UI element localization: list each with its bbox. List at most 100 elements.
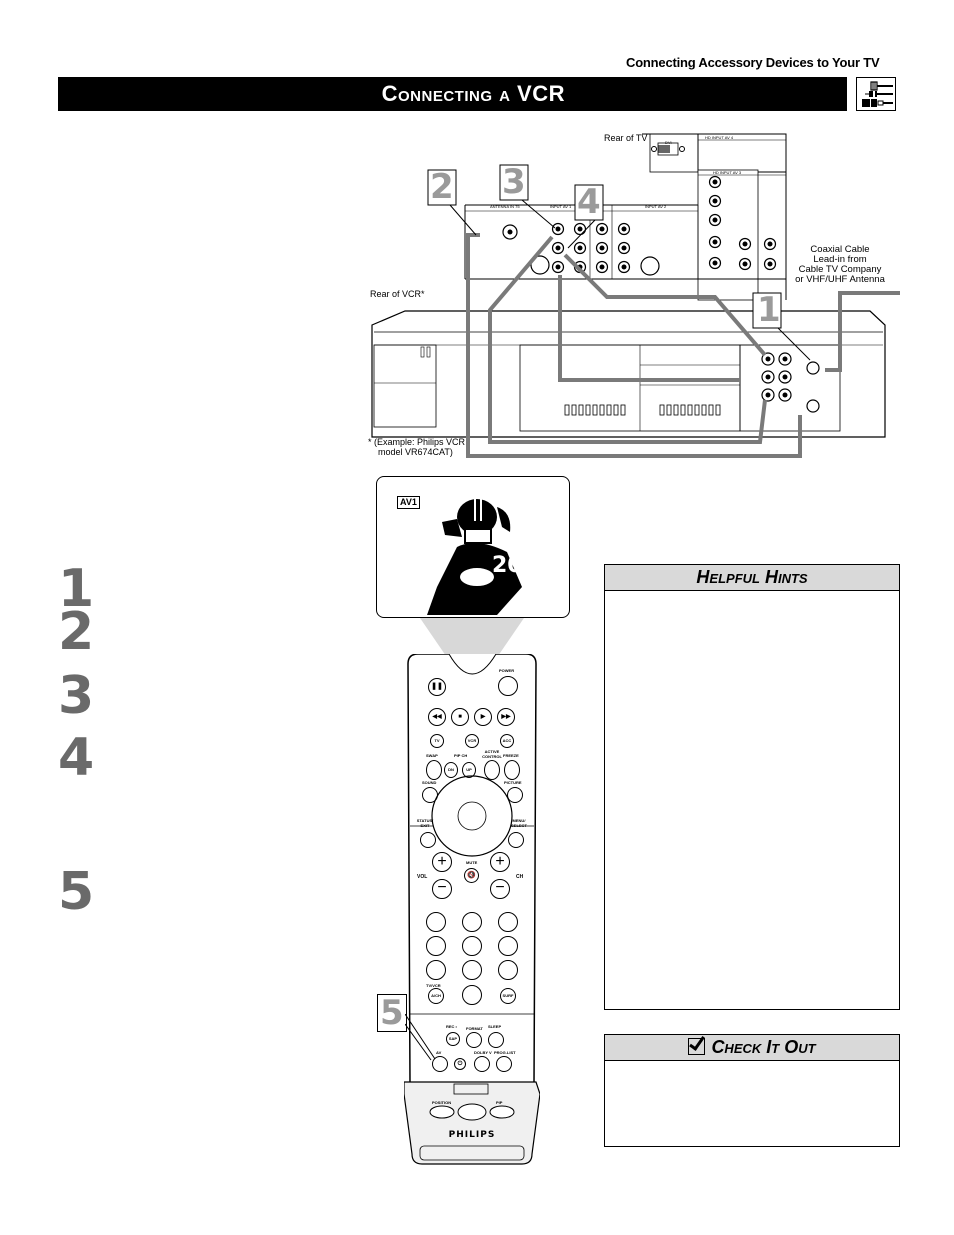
- pip-ch-down-button[interactable]: DN: [444, 762, 458, 778]
- step-number-5: 5: [58, 862, 95, 922]
- tv-button[interactable]: TV: [430, 734, 444, 748]
- fast-forward-button[interactable]: ▶▶: [497, 708, 515, 726]
- picture-label: PICTURE: [504, 780, 522, 785]
- helpful-hints-box: Helpful Hints: [604, 564, 900, 1010]
- pip-navigator-button[interactable]: [458, 1104, 486, 1120]
- mute-button[interactable]: 🔇: [464, 868, 479, 883]
- cable-connectors-icon: [856, 77, 896, 111]
- vcr-button[interactable]: VCR: [465, 734, 479, 748]
- step-number-4: 4: [58, 728, 95, 788]
- hd-input-av3-label: HD INPUT AV 3: [713, 170, 742, 175]
- digit-7-button[interactable]: [426, 960, 446, 980]
- freeze-button[interactable]: [504, 760, 520, 780]
- rec-label: REC •: [446, 1024, 457, 1029]
- digit-6-button[interactable]: [498, 936, 518, 956]
- sleep-label: SLEEP: [488, 1024, 502, 1029]
- digit-2-button[interactable]: [462, 912, 482, 932]
- pip-button[interactable]: [490, 1106, 512, 1118]
- vol-down-button[interactable]: −: [432, 879, 452, 899]
- remote-control: POWER ❚❚ ◀◀ ■ ▶ ▶▶ TV VCR ACC SWAP PIP C…: [404, 654, 540, 1166]
- tv-rear-panel: [464, 133, 787, 301]
- navigation-pad[interactable]: [458, 802, 486, 830]
- vcr-footnote: * (Example: Philips VCR model VR674CAT): [368, 437, 465, 457]
- step-number-2: 2: [58, 602, 95, 662]
- pip-label: PIP: [496, 1100, 503, 1105]
- freeze-label: FREEZE: [503, 753, 519, 758]
- standby-button[interactable]: ⏻: [454, 1058, 466, 1070]
- play-button[interactable]: ▶: [474, 708, 492, 726]
- page-title: Connecting a VCR: [381, 81, 565, 106]
- input-av1-label: INPUT AV 1: [550, 204, 572, 209]
- picture-button[interactable]: [507, 787, 523, 803]
- pip-ch-up-button[interactable]: UP: [462, 762, 476, 778]
- helpful-hints-title: Helpful Hints: [605, 565, 899, 591]
- checkbox-icon: [688, 1038, 706, 1055]
- rewind-button[interactable]: ◀◀: [428, 708, 446, 726]
- dvi-label: DVI: [665, 140, 672, 145]
- pause-button[interactable]: ❚❚: [428, 678, 446, 696]
- digit-4-button[interactable]: [426, 936, 446, 956]
- ch-label: CH: [516, 874, 524, 880]
- acc-button[interactable]: ACC: [500, 734, 514, 748]
- power-button[interactable]: [498, 676, 518, 696]
- digit-9-button[interactable]: [498, 960, 518, 980]
- sound-label: SOUND: [422, 780, 437, 785]
- pip-ch-label: PIP CH: [454, 753, 468, 758]
- vol-up-button[interactable]: +: [432, 852, 452, 872]
- menu-select-button[interactable]: [508, 832, 524, 848]
- footnote-line: * (Example: Philips VCR: [368, 437, 466, 447]
- power-label: POWER: [499, 668, 515, 673]
- ach-button[interactable]: A/CH: [428, 988, 444, 1004]
- callout-5-box: 5: [377, 994, 407, 1032]
- active-control-label: ACTIVE CONTROL: [482, 749, 502, 759]
- check-it-out-box: Check It Out: [604, 1034, 900, 1147]
- callout-5: 5: [380, 993, 404, 1033]
- connection-diagram: 2 3 4 1 ANTENNA IN 75 INPUT AV 1 INPUT A…: [360, 125, 920, 465]
- sap-button[interactable]: SAP: [446, 1032, 460, 1046]
- position-button[interactable]: [432, 1106, 454, 1118]
- input-av2-label: INPUT AV 2: [645, 204, 667, 209]
- ir-beam: [420, 618, 524, 656]
- step-number-3: 3: [58, 666, 95, 726]
- check-it-out-header: Check It Out: [605, 1035, 899, 1061]
- swap-label: SWAP: [426, 753, 438, 758]
- sleep-button[interactable]: [488, 1032, 504, 1048]
- callout-4: 4: [577, 182, 601, 222]
- digit-1-button[interactable]: [426, 912, 446, 932]
- vol-label: VOL: [417, 874, 428, 880]
- vcr-rear-body: [371, 310, 886, 438]
- status-exit-label: STATUS/ EXIT: [416, 818, 434, 828]
- prog-list-button[interactable]: [496, 1056, 512, 1072]
- callout-5-pointer: [404, 1013, 445, 1064]
- remote-buttons-layer: POWER ❚❚ ◀◀ ■ ▶ ▶▶ TV VCR ACC SWAP PIP C…: [404, 654, 540, 1166]
- digit-3-button[interactable]: [498, 912, 518, 932]
- format-label: FORMAT: [466, 1026, 483, 1031]
- digit-0-button[interactable]: [462, 985, 482, 1005]
- digit-5-button[interactable]: [462, 936, 482, 956]
- sound-button[interactable]: [422, 787, 438, 803]
- dolby-v-label: DOLBY V: [474, 1050, 492, 1055]
- stop-button[interactable]: ■: [451, 708, 469, 726]
- mute-label: MUTE: [466, 860, 478, 865]
- hd-input-av4-label: HD INPUT AV 4: [705, 135, 734, 140]
- callout-3: 3: [502, 162, 526, 202]
- svg-text:20: 20: [492, 553, 523, 578]
- rear-tv-label: Rear of TV: [604, 133, 648, 143]
- menu-select-label: MENU/ SELECT: [511, 818, 527, 828]
- footnote-line: model VR674CAT): [378, 447, 453, 457]
- dolby-v-button[interactable]: [474, 1056, 490, 1072]
- swap-button[interactable]: [426, 760, 442, 780]
- antenna-label: ANTENNA IN 75: [490, 204, 520, 209]
- prog-list-label: PROG.LIST: [494, 1050, 516, 1055]
- position-label: POSITION: [432, 1100, 452, 1105]
- format-button[interactable]: [466, 1032, 482, 1048]
- surf-button[interactable]: SURF: [500, 988, 516, 1004]
- coax-label-line: or VHF/UHF Antenna: [795, 274, 885, 285]
- active-control-button[interactable]: [484, 760, 500, 780]
- digit-8-button[interactable]: [462, 960, 482, 980]
- title-bar: Connecting a VCR: [58, 77, 847, 111]
- ch-down-button[interactable]: −: [490, 879, 510, 899]
- ch-up-button[interactable]: +: [490, 852, 510, 872]
- tv-screen: AV1 20: [376, 476, 570, 618]
- status-exit-button[interactable]: [420, 832, 436, 848]
